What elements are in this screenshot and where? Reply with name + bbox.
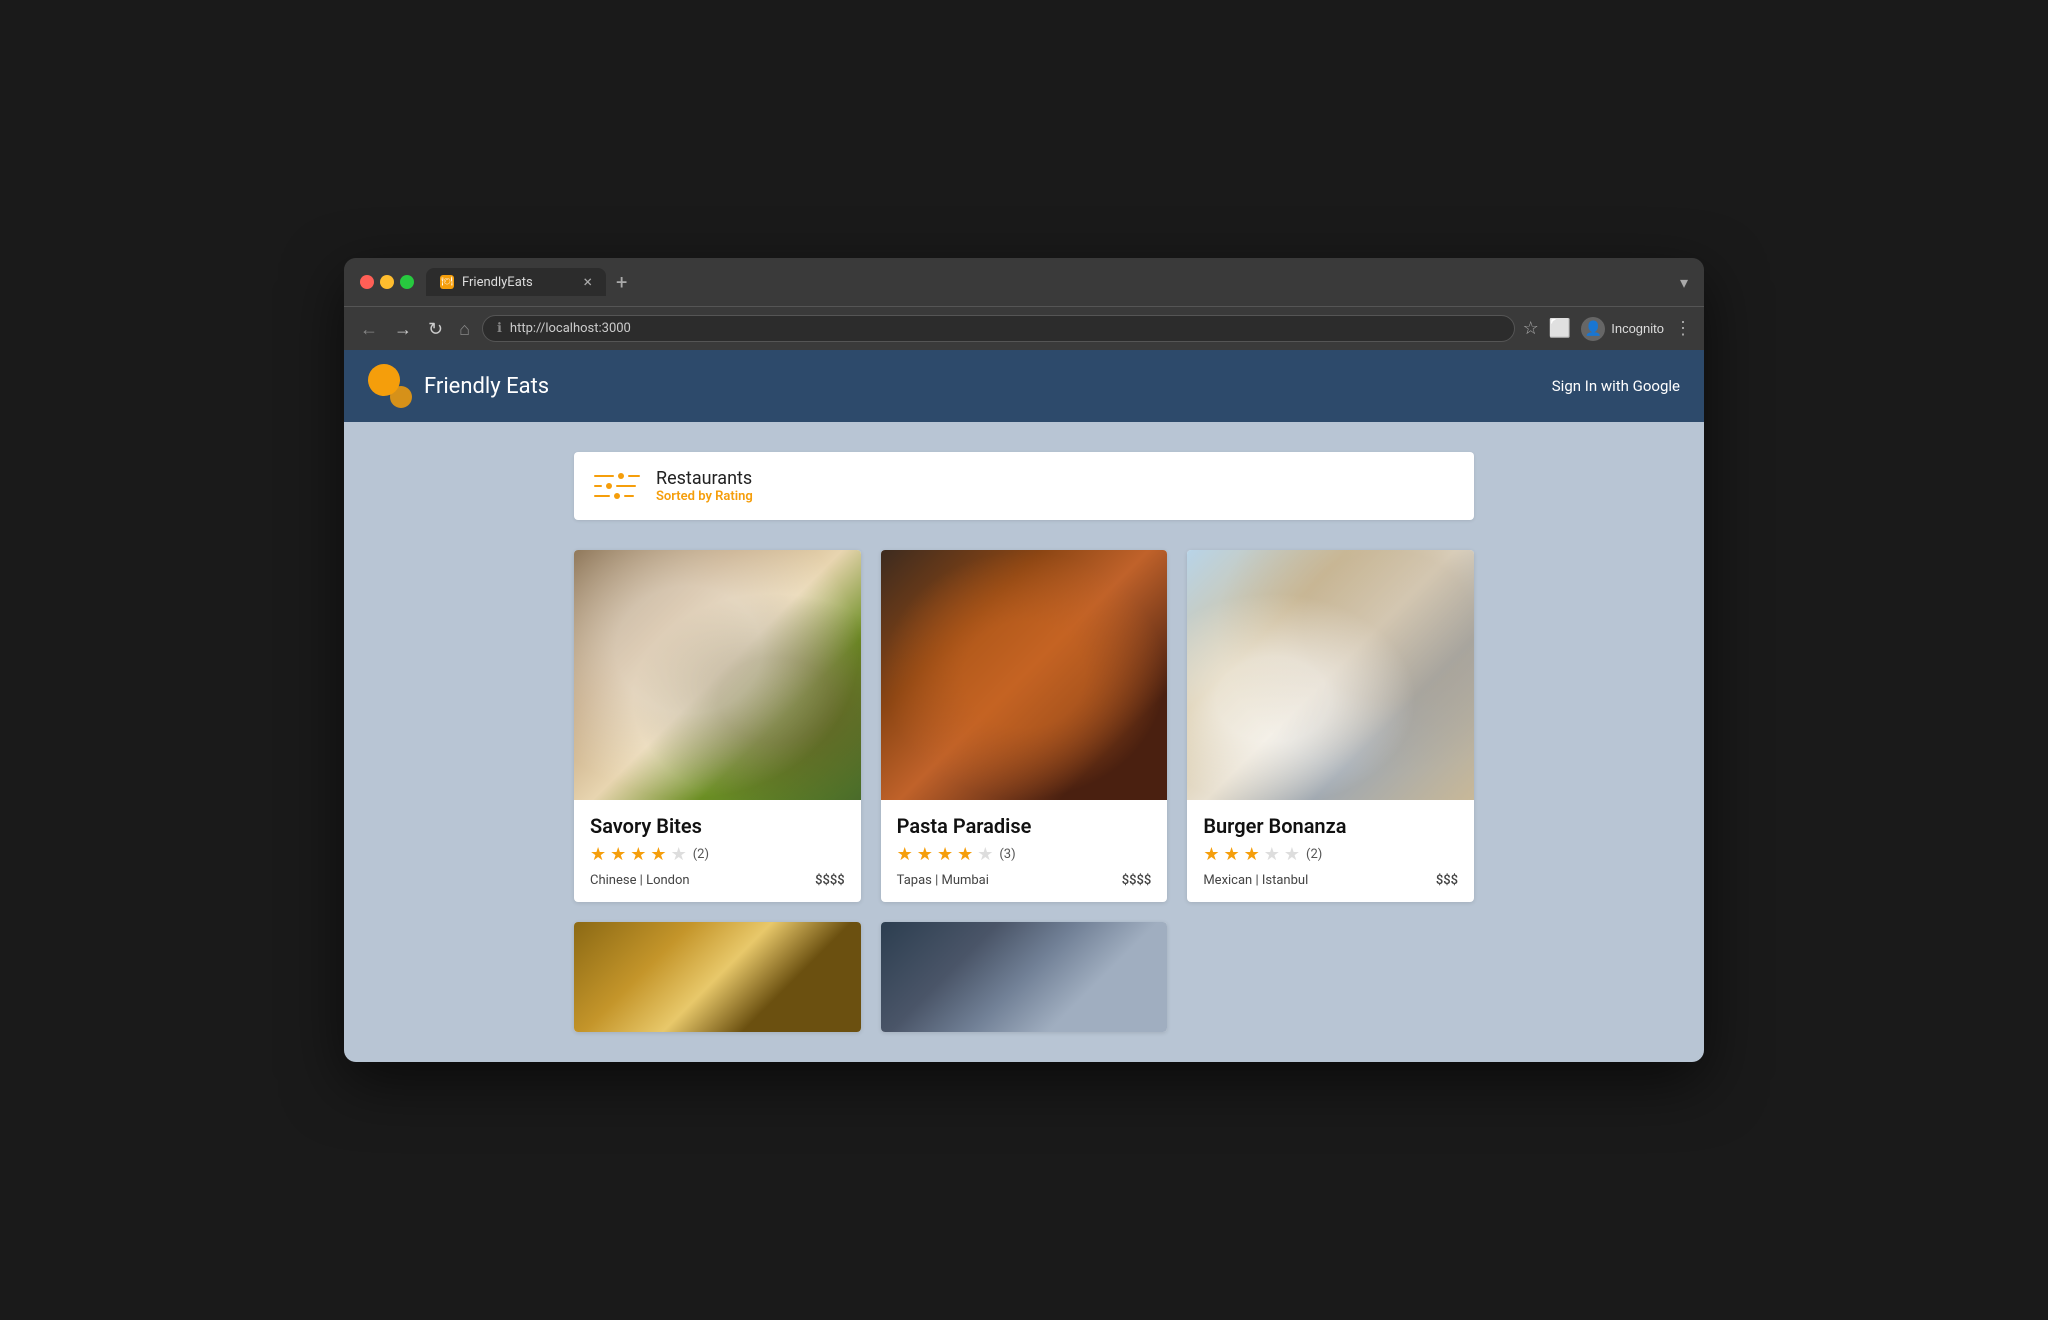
star-2-3: ★ bbox=[937, 844, 953, 865]
star-1-2: ★ bbox=[610, 844, 626, 865]
star-3-4: ★ bbox=[1264, 844, 1280, 865]
url-display: http://localhost:3000 bbox=[510, 321, 1500, 336]
bookmark-icon[interactable]: ☆ bbox=[1523, 318, 1539, 339]
stars-row-1: ★ ★ ★ ★ ★ (2) bbox=[590, 844, 845, 865]
menu-icon[interactable]: ⋮ bbox=[1674, 318, 1692, 339]
address-bar[interactable]: ℹ http://localhost:3000 bbox=[482, 315, 1515, 342]
card-price-3: $$$ bbox=[1436, 873, 1458, 888]
split-screen-icon[interactable]: ⬜ bbox=[1549, 318, 1571, 339]
star-3-3: ★ bbox=[1244, 844, 1260, 865]
card-image-1 bbox=[574, 550, 861, 800]
browser-titlebar: 🍽 FriendlyEats × + ▾ bbox=[344, 258, 1704, 307]
tab-dropdown-button[interactable]: ▾ bbox=[1680, 273, 1688, 292]
stars-row-3: ★ ★ ★ ★ ★ (2) bbox=[1203, 844, 1458, 865]
app-logo: Friendly Eats bbox=[368, 364, 549, 408]
card-body-2: Pasta Paradise ★ ★ ★ ★ ★ (3) Tapas | Mum… bbox=[881, 800, 1168, 902]
star-2-5: ★ bbox=[977, 844, 993, 865]
forward-button[interactable]: → bbox=[390, 318, 416, 340]
star-2-1: ★ bbox=[897, 844, 913, 865]
tab-bar: 🍽 FriendlyEats × + ▾ bbox=[426, 268, 1688, 296]
logo-icon bbox=[368, 364, 412, 408]
card-image-4 bbox=[574, 922, 861, 1032]
incognito-button[interactable]: 👤 Incognito bbox=[1581, 317, 1664, 341]
active-tab[interactable]: 🍽 FriendlyEats × bbox=[426, 268, 606, 296]
main-container: Restaurants Sorted by Rating Savory Bite… bbox=[344, 422, 1704, 1062]
star-2-2: ★ bbox=[917, 844, 933, 865]
card-cuisine-3: Mexican | Istanbul bbox=[1203, 873, 1308, 888]
card-meta-1: Chinese | London $$$$ bbox=[590, 873, 845, 888]
incognito-avatar-icon: 👤 bbox=[1581, 317, 1605, 341]
card-image-3 bbox=[1187, 550, 1474, 800]
card-cuisine-1: Chinese | London bbox=[590, 873, 690, 888]
refresh-button[interactable]: ↻ bbox=[424, 318, 447, 340]
card-name-2: Pasta Paradise bbox=[897, 814, 1152, 838]
app-header: Friendly Eats Sign In with Google bbox=[344, 350, 1704, 422]
filter-icon[interactable] bbox=[594, 473, 640, 499]
review-count-2: (3) bbox=[999, 847, 1015, 862]
toolbar-right: ☆ ⬜ 👤 Incognito ⋮ bbox=[1523, 317, 1692, 341]
page-content: Friendly Eats Sign In with Google bbox=[344, 350, 1704, 1062]
maximize-button[interactable] bbox=[400, 275, 414, 289]
star-1-3: ★ bbox=[630, 844, 646, 865]
card-body-1: Savory Bites ★ ★ ★ ★ ★ (2) Chinese | Lon… bbox=[574, 800, 861, 902]
back-button[interactable]: ← bbox=[356, 318, 382, 340]
card-price-1: $$$$ bbox=[815, 873, 845, 888]
card-body-3: Burger Bonanza ★ ★ ★ ★ ★ (2) Mexican | I… bbox=[1187, 800, 1474, 902]
card-price-2: $$$$ bbox=[1122, 873, 1152, 888]
restaurant-card-2[interactable]: Pasta Paradise ★ ★ ★ ★ ★ (3) Tapas | Mum… bbox=[881, 550, 1168, 902]
card-cuisine-2: Tapas | Mumbai bbox=[897, 873, 989, 888]
minimize-button[interactable] bbox=[380, 275, 394, 289]
tab-favicon: 🍽 bbox=[440, 275, 454, 289]
star-3-5: ★ bbox=[1284, 844, 1300, 865]
restaurant-card-5[interactable] bbox=[881, 922, 1168, 1032]
incognito-label: Incognito bbox=[1611, 321, 1664, 336]
card-image-2 bbox=[881, 550, 1168, 800]
restaurants-header: Restaurants Sorted by Rating bbox=[574, 452, 1474, 520]
new-tab-button[interactable]: + bbox=[612, 270, 631, 294]
card-image-5 bbox=[881, 922, 1168, 1032]
browser-window: 🍽 FriendlyEats × + ▾ ← → ↻ ⌂ ℹ http://lo… bbox=[344, 258, 1704, 1062]
stars-row-2: ★ ★ ★ ★ ★ (3) bbox=[897, 844, 1152, 865]
sorted-label: Sorted by Rating bbox=[656, 489, 753, 504]
review-count-3: (2) bbox=[1306, 847, 1322, 862]
restaurant-card-1[interactable]: Savory Bites ★ ★ ★ ★ ★ (2) Chinese | Lon… bbox=[574, 550, 861, 902]
close-button[interactable] bbox=[360, 275, 374, 289]
restaurant-card-4[interactable] bbox=[574, 922, 861, 1032]
restaurant-cards-grid: Savory Bites ★ ★ ★ ★ ★ (2) Chinese | Lon… bbox=[574, 550, 1474, 902]
card-name-3: Burger Bonanza bbox=[1203, 814, 1458, 838]
star-1-1: ★ bbox=[590, 844, 606, 865]
star-1-5: ★ bbox=[671, 844, 687, 865]
card-meta-2: Tapas | Mumbai $$$$ bbox=[897, 873, 1152, 888]
restaurant-cards-grid-bottom bbox=[574, 922, 1474, 1032]
card-name-1: Savory Bites bbox=[590, 814, 845, 838]
home-button[interactable]: ⌂ bbox=[455, 318, 474, 340]
star-3-1: ★ bbox=[1203, 844, 1219, 865]
navigation-toolbar: ← → ↻ ⌂ ℹ http://localhost:3000 ☆ ⬜ 👤 In… bbox=[344, 307, 1704, 350]
restaurants-title-block: Restaurants Sorted by Rating bbox=[656, 468, 753, 504]
traffic-lights bbox=[360, 275, 414, 289]
star-2-4: ★ bbox=[957, 844, 973, 865]
content-wrapper: Restaurants Sorted by Rating Savory Bite… bbox=[574, 452, 1474, 1032]
card-meta-3: Mexican | Istanbul $$$ bbox=[1203, 873, 1458, 888]
restaurant-card-3[interactable]: Burger Bonanza ★ ★ ★ ★ ★ (2) Mexican | I… bbox=[1187, 550, 1474, 902]
star-3-2: ★ bbox=[1223, 844, 1239, 865]
restaurants-title: Restaurants bbox=[656, 468, 753, 489]
lock-icon: ℹ bbox=[497, 321, 502, 336]
sign-in-button[interactable]: Sign In with Google bbox=[1552, 377, 1680, 395]
review-count-1: (2) bbox=[693, 847, 709, 862]
logo-circle-small bbox=[390, 386, 412, 408]
app-title: Friendly Eats bbox=[424, 374, 549, 399]
tab-close-button[interactable]: × bbox=[583, 274, 592, 290]
tab-title: FriendlyEats bbox=[462, 275, 575, 290]
star-1-4: ★ bbox=[650, 844, 666, 865]
